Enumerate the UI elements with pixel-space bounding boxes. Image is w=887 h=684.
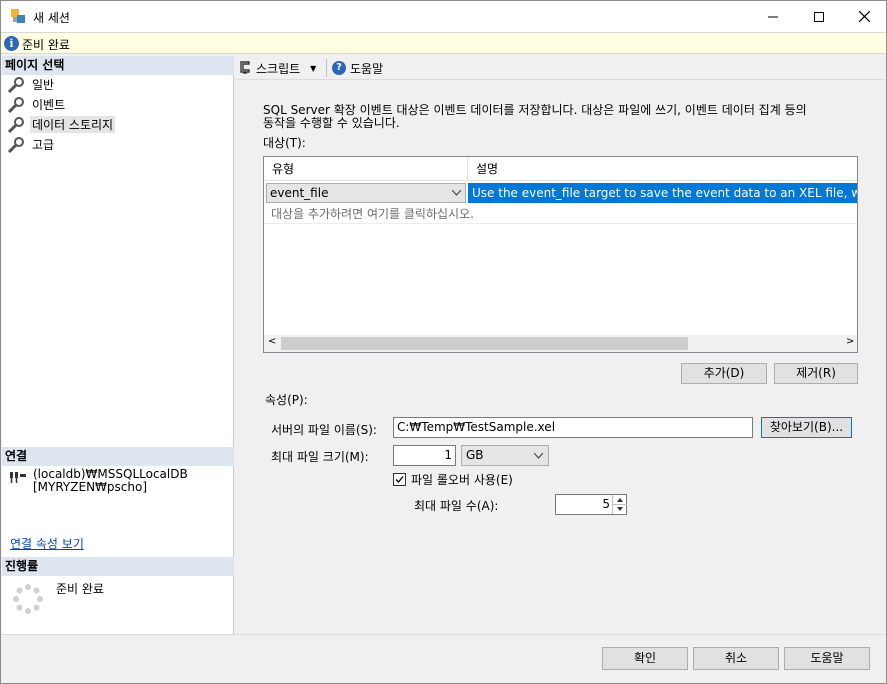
window-title: 새 세션 [33, 11, 70, 25]
connection-icon [10, 472, 26, 483]
page-select-header: 페이지 선택 [2, 56, 234, 75]
browse-button[interactable]: 찾아보기(B)... [761, 417, 852, 438]
close-icon [858, 11, 870, 22]
column-header-description[interactable]: 설명 [468, 157, 857, 181]
size-unit-value: GB [466, 448, 484, 462]
column-header-type[interactable]: 유형 [264, 157, 468, 181]
progress-status: 준비 완료 [56, 582, 104, 596]
status-strip: i 준비 완료 [1, 32, 886, 54]
view-connection-properties-link[interactable]: 연결 속성 보기 [10, 535, 84, 552]
max-files-label: 최대 파일 수(A): [414, 499, 499, 513]
info-icon: i [4, 36, 19, 51]
left-pane: 페이지 선택 일반 이벤트 데이터 스토리지 고급 연결 (localdb)₩M… [2, 56, 234, 634]
help-toolbar-button[interactable]: ? 도움말 [332, 59, 383, 77]
chevron-down-icon: ▼ [310, 63, 317, 73]
wrench-icon [7, 96, 24, 113]
page-item-data-storage[interactable]: 데이터 스토리지 [6, 115, 116, 134]
target-type-combo[interactable]: event_file [266, 183, 466, 203]
row-divider [264, 223, 857, 224]
wrench-icon [7, 136, 24, 153]
connection-header: 연결 [2, 447, 234, 466]
scroll-left-icon[interactable]: < [268, 336, 276, 347]
new-session-dialog: 새 세션 i 준비 완료 페이지 선택 일반 이벤트 데이터 스토리지 고급 연… [0, 0, 887, 684]
maximize-icon [814, 11, 824, 22]
page-item-label: 일반 [32, 78, 55, 92]
description-line2: 동작을 수행할 수 있습니다. [263, 116, 400, 130]
properties-label: 속성(P): [265, 393, 308, 407]
scrollbar-thumb[interactable] [281, 337, 688, 350]
targets-grid[interactable]: 유형 설명 event_file Use the event_file targ… [263, 156, 858, 353]
ok-button[interactable]: 확인 [602, 647, 688, 670]
cancel-button[interactable]: 취소 [693, 647, 779, 670]
dialog-footer: 확인 취소 도움말 [1, 634, 886, 683]
title-bar: 새 세션 [1, 1, 886, 32]
close-button[interactable] [841, 1, 886, 32]
stepper-buttons[interactable] [612, 495, 627, 514]
minimize-icon [768, 16, 778, 17]
checkmark-icon [395, 476, 404, 483]
page-item-label: 고급 [32, 138, 55, 152]
remove-target-button[interactable]: 제거(R) [774, 363, 858, 384]
add-target-hint[interactable]: 대상을 추가하려면 여기를 클릭하십시오. [271, 205, 474, 222]
script-button[interactable]: 스크립트 ▼ [238, 59, 316, 77]
help-icon: ? [332, 61, 346, 75]
server-file-input[interactable]: C:₩Temp₩TestSample.xel [393, 417, 753, 438]
server-file-label: 서버의 파일 이름(S): [271, 423, 377, 437]
horizontal-scrollbar[interactable]: < > [264, 335, 857, 352]
rollover-label[interactable]: 파일 롤오버 사용(E) [411, 471, 513, 488]
progress-header: 진행률 [2, 557, 234, 576]
page-item-events[interactable]: 이벤트 [6, 95, 67, 114]
connection-user: [MYRYZEN₩pscho] [33, 480, 148, 494]
status-text: 준비 완료 [22, 38, 70, 52]
wrench-icon [7, 76, 24, 93]
page-item-advanced[interactable]: 고급 [6, 135, 56, 154]
minimize-button[interactable] [750, 1, 796, 32]
max-size-label: 최대 파일 크기(M): [271, 450, 369, 464]
wrench-icon [7, 116, 24, 133]
connection-server: (localdb)₩MSSQLLocalDB [33, 467, 188, 481]
progress-spinner-icon [13, 584, 43, 614]
rollover-checkbox[interactable] [393, 473, 406, 486]
table-row[interactable]: event_file Use the event_file target to … [264, 182, 857, 203]
max-size-input[interactable]: 1 [393, 445, 456, 466]
stepper-arrows-icon[interactable] [613, 495, 627, 514]
page-item-label: 이벤트 [32, 98, 66, 112]
chevron-down-icon [452, 190, 461, 196]
toolbar-separator [326, 59, 327, 77]
page-item-label: 데이터 스토리지 [30, 116, 116, 133]
target-type-value: event_file [270, 186, 329, 200]
toolbar: 스크립트 ▼ ? 도움말 [236, 56, 886, 80]
help-button[interactable]: 도움말 [784, 647, 870, 670]
target-description: Use the event_file target to save the ev… [468, 183, 857, 203]
app-icon [11, 9, 25, 23]
help-label: 도움말 [350, 61, 384, 76]
grid-header: 유형 설명 [264, 157, 857, 181]
size-unit-dropdown[interactable]: GB [461, 445, 549, 466]
script-label: 스크립트 [256, 61, 301, 76]
maximize-button[interactable] [796, 1, 842, 32]
script-icon [240, 61, 250, 74]
chevron-down-icon [534, 453, 543, 459]
targets-label: 대상(T): [263, 136, 306, 150]
add-target-button[interactable]: 추가(D) [681, 363, 767, 384]
page-item-general[interactable]: 일반 [6, 75, 56, 94]
scroll-right-icon[interactable]: > [846, 336, 854, 347]
